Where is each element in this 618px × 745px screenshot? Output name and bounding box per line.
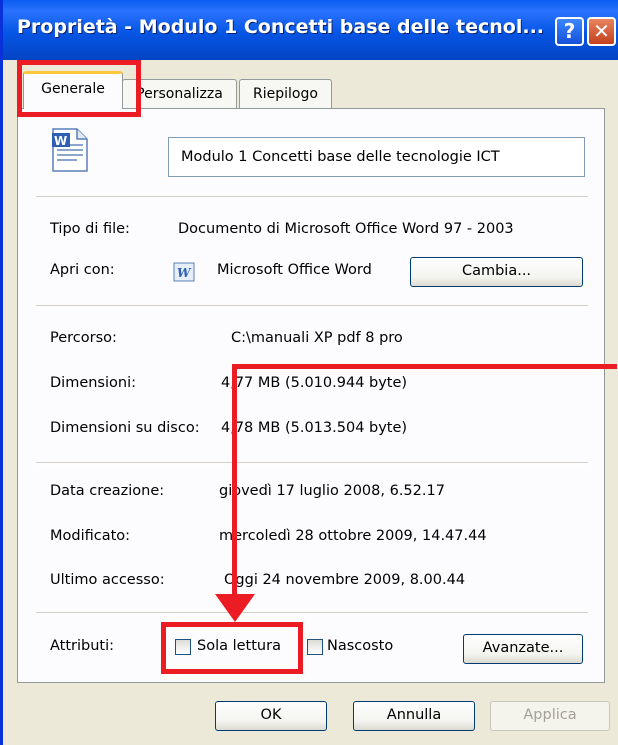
path-label: Percorso: [50,330,117,346]
disk-size-label: Dimensioni su disco: [50,420,200,436]
size-label: Dimensioni: [50,375,136,391]
apply-button-label: Applica [523,707,577,723]
separator [36,462,588,466]
svg-text:W: W [177,266,192,280]
help-icon: ? [563,19,576,43]
modified-label: Modificato: [50,528,131,544]
change-button[interactable]: Cambia... [410,257,583,287]
disk-size-value: 4,78 MB (5.013.504 byte) [221,420,408,436]
modified-value: mercoledì 28 ottobre 2009, 14.47.44 [219,528,487,544]
file-name-field[interactable] [168,137,585,177]
size-value: 4,77 MB (5.010.944 byte) [221,375,408,391]
open-with-label: Apri con: [50,262,115,278]
word-document-icon: W [52,128,88,172]
hidden-label[interactable]: Nascosto [327,638,393,654]
created-value: giovedì 17 luglio 2008, 6.52.17 [219,483,445,499]
word-app-icon: W [173,262,195,282]
advanced-button[interactable]: Avanzate... [463,634,583,664]
annotation-arrow-vertical [232,364,237,598]
file-type-value: Documento di Microsoft Office Word 97 - … [178,221,514,237]
tab-label: Generale [41,81,105,97]
properties-dialog: Proprietà - Modulo 1 Concetti base delle… [0,0,618,745]
read-only-highlight [161,622,303,674]
window-title: Proprietà - Modulo 1 Concetti base delle… [17,16,545,38]
separator [36,196,588,200]
annotation-arrow-horizontal [232,364,617,369]
help-button[interactable]: ? [555,17,584,46]
apply-button[interactable]: Applica [490,701,610,731]
advanced-button-label: Avanzate... [482,640,564,656]
separator [36,612,588,616]
accessed-label: Ultimo accesso: [50,572,165,588]
change-button-label: Cambia... [461,263,532,279]
cancel-button-label: Annulla [386,707,442,723]
attributes-label: Attributi: [50,638,115,654]
svg-text:W: W [54,134,67,148]
separator [36,305,588,309]
title-bar[interactable]: Proprietà - Modulo 1 Concetti base delle… [3,0,618,60]
general-panel [17,108,605,683]
hidden-checkbox[interactable] [307,639,323,655]
tab-label: Riepilogo [253,86,318,102]
ok-button[interactable]: OK [215,701,327,731]
tab-label: Personalizza [136,86,223,102]
accessed-value: Oggi 24 novembre 2009, 8.00.44 [224,572,466,588]
open-with-value: Microsoft Office Word [217,262,372,278]
cancel-button[interactable]: Annulla [353,701,475,731]
close-icon: ✕ [593,19,610,43]
path-value: C:\manuali XP pdf 8 pro [231,330,403,346]
ok-button-label: OK [260,707,282,723]
file-type-label: Tipo di file: [50,221,130,237]
annotation-arrowhead-icon [215,594,255,622]
tab-riepilogo[interactable]: Riepilogo [239,79,332,108]
close-button[interactable]: ✕ [587,17,616,46]
created-label: Data creazione: [50,483,165,499]
tab-generale[interactable]: Generale [23,71,123,109]
